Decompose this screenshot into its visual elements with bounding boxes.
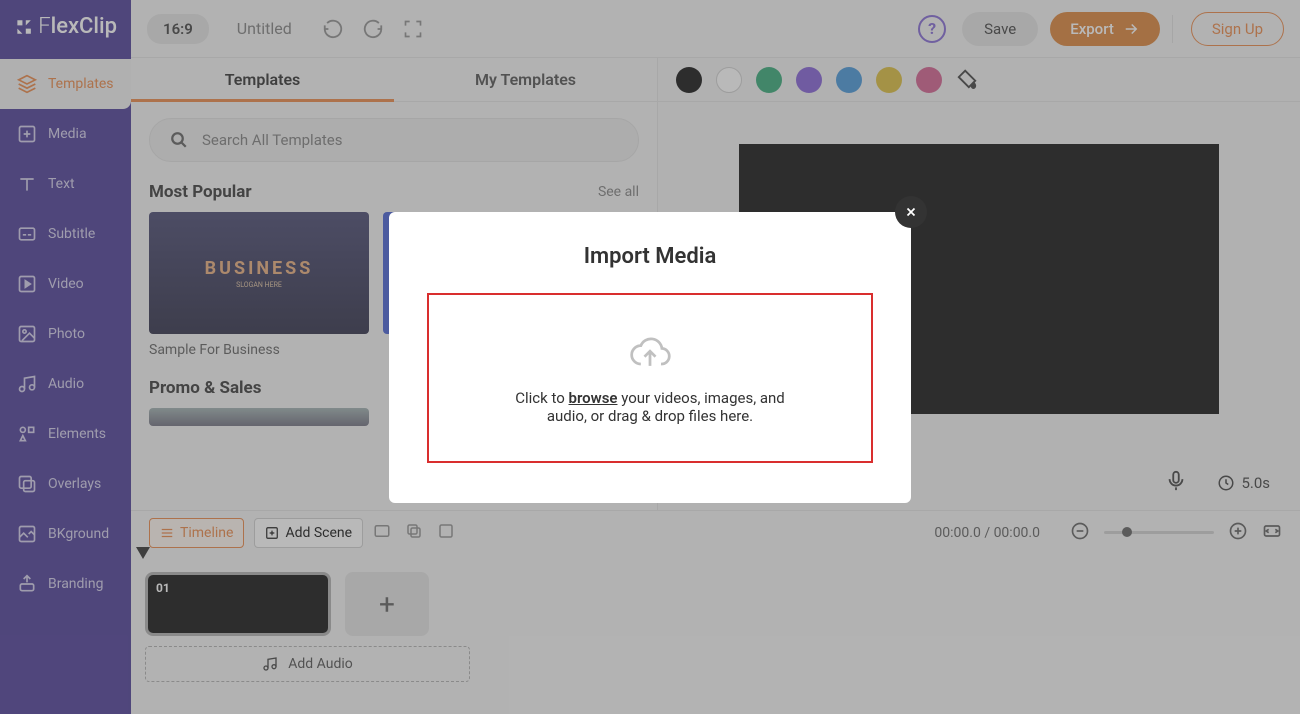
drop-text: Click to browse your videos, images, and [515,389,785,407]
close-icon [904,205,918,219]
close-button[interactable] [895,196,927,228]
modal-backdrop[interactable]: Import Media Click to browse your videos… [0,0,1300,714]
upload-cloud-icon [628,331,672,375]
drop-zone[interactable]: Click to browse your videos, images, and… [427,293,873,463]
drop-text-2: audio, or drag & drop files here. [547,407,753,425]
import-media-modal: Import Media Click to browse your videos… [389,212,911,503]
browse-link[interactable]: browse [569,389,618,407]
modal-title: Import Media [389,244,911,269]
